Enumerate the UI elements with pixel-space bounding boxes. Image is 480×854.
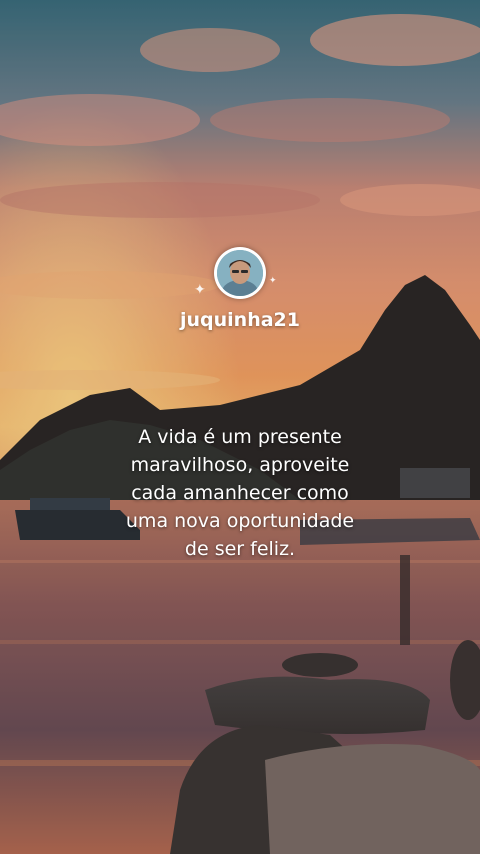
- username[interactable]: juquinha21: [0, 309, 480, 331]
- avatar-photo: [217, 250, 263, 296]
- quote-text: A vida é um presente maravilhoso, aprove…: [125, 426, 355, 560]
- sparkle-icon: ✦: [269, 276, 277, 286]
- avatar[interactable]: [214, 247, 266, 299]
- sparkle-icon: ✦: [194, 282, 206, 298]
- avatar-image: [217, 250, 263, 296]
